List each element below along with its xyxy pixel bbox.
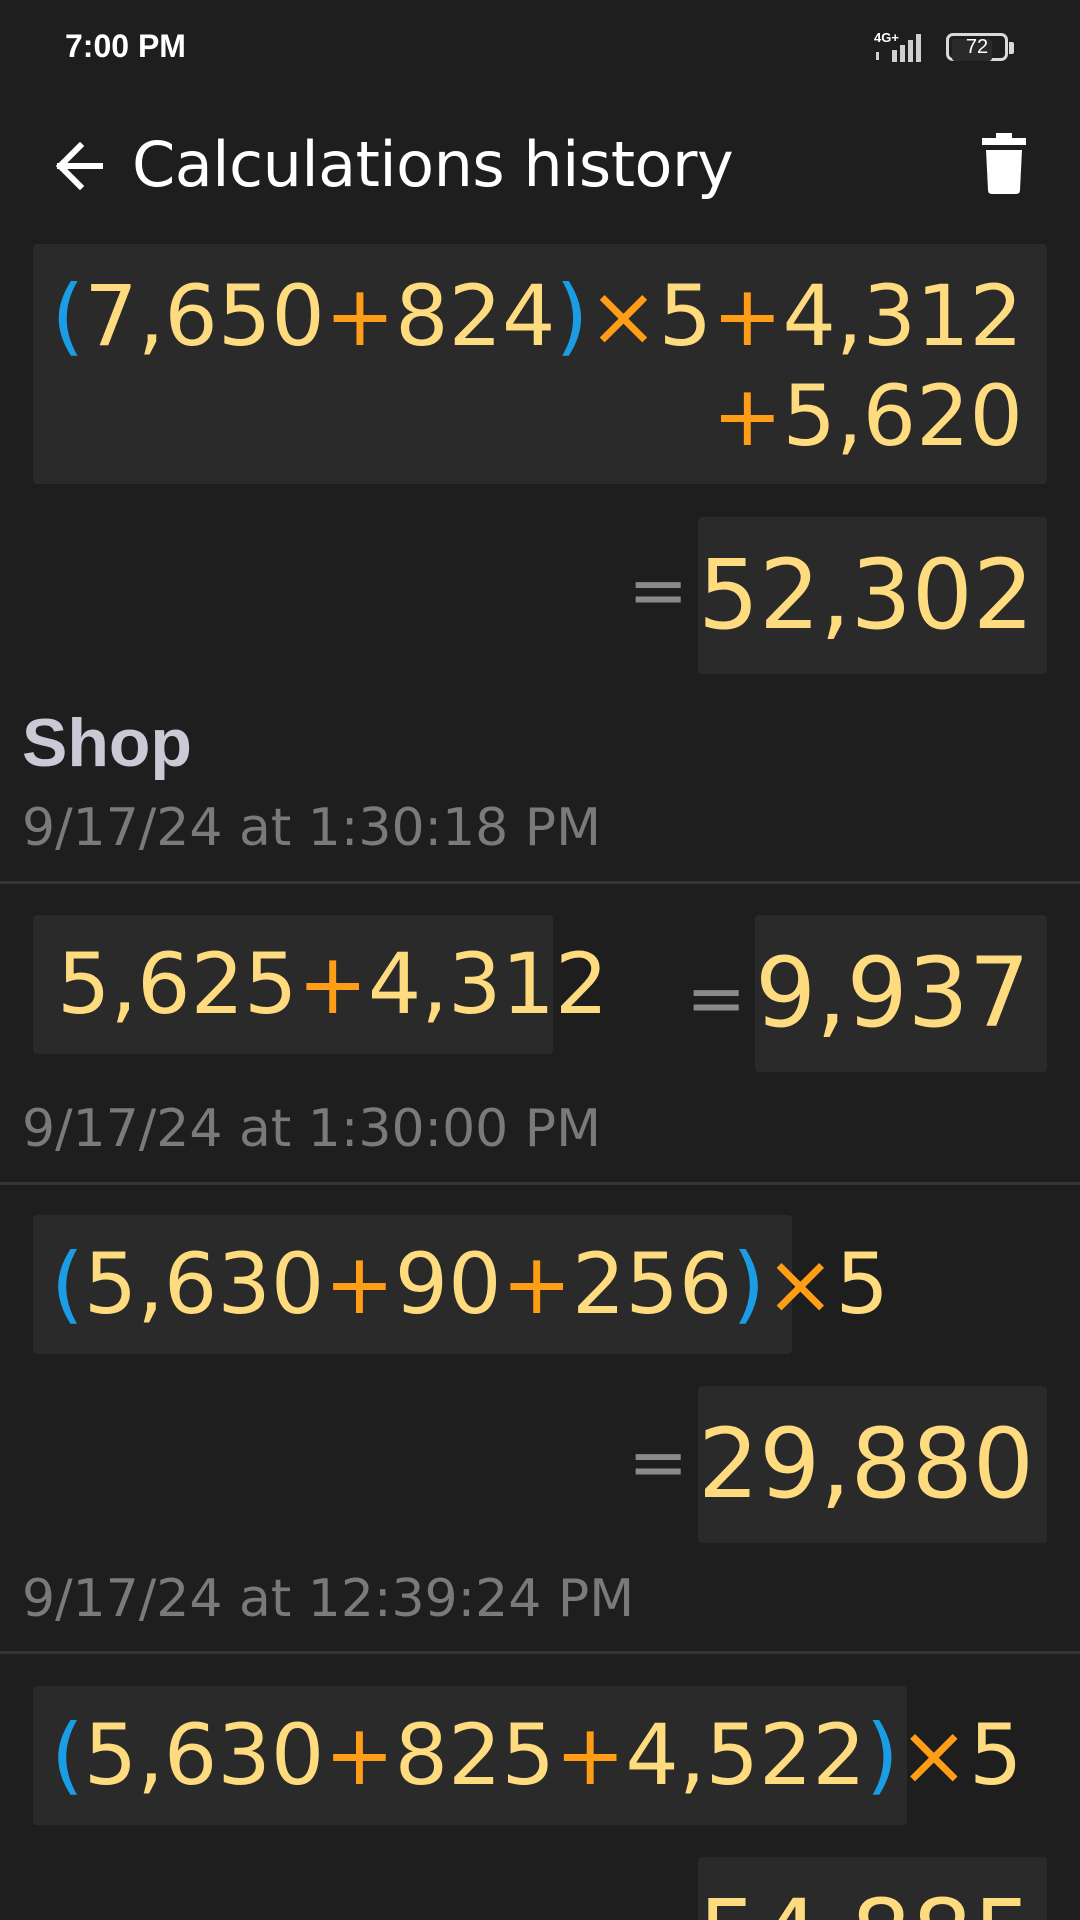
expression-number: 256 xyxy=(571,1235,733,1333)
battery-cap xyxy=(1009,42,1014,54)
history-result[interactable]: 9,937 xyxy=(755,915,1047,1072)
expression-operator: + xyxy=(712,367,783,465)
expression-number: 4,312 xyxy=(367,935,609,1033)
expression-line: (7,650+824)×5+4,312 xyxy=(33,267,1024,365)
app-bar: Calculations history xyxy=(0,100,1080,230)
history-result[interactable]: 54,885 xyxy=(698,1857,1047,1920)
expression-number: 5,625 xyxy=(57,935,298,1033)
expression-operator: + xyxy=(324,1235,395,1333)
expression-operator: + xyxy=(555,1706,626,1804)
history-timestamp: 9/17/24 at 1:30:00 PM xyxy=(22,1099,601,1159)
expression-number: 7,650 xyxy=(84,267,325,365)
expression-parenthesis: ) xyxy=(732,1235,766,1333)
divider xyxy=(0,881,1080,884)
history-expression[interactable]: (5,630+825+4,522)×5 xyxy=(33,1686,1023,1825)
expression-operator: × xyxy=(765,1235,836,1333)
expression-parenthesis: ) xyxy=(865,1706,899,1804)
clear-history-button[interactable] xyxy=(972,130,1036,202)
history-note: Shop xyxy=(22,705,192,781)
expression-line: (5,630+825+4,522)×5 xyxy=(51,1686,1023,1825)
expression-parenthesis: ) xyxy=(555,267,589,365)
battery-percent: 72 xyxy=(965,36,989,58)
expression-number: 824 xyxy=(395,267,556,365)
expression-line: +5,620 xyxy=(33,368,1023,464)
history-timestamp: 9/17/24 at 1:30:18 PM xyxy=(22,798,601,858)
equals-sign: = xyxy=(628,1420,689,1504)
equals-sign: = xyxy=(628,548,689,632)
history-expression[interactable]: 5,625+4,312 xyxy=(33,915,608,1054)
expression-number: 5 xyxy=(658,267,713,365)
expression-number: 4,312 xyxy=(782,267,1023,365)
divider xyxy=(0,1651,1080,1654)
battery-icon: 72 xyxy=(946,33,1018,65)
expression-number: 4,522 xyxy=(625,1706,866,1804)
equals-sign: = xyxy=(686,956,747,1040)
expression-number: 5 xyxy=(835,1235,889,1333)
expression-operator: + xyxy=(712,267,783,365)
expression-parenthesis: ( xyxy=(51,1235,84,1333)
signal-icon: 4G+ xyxy=(874,30,934,66)
back-button[interactable] xyxy=(40,130,112,202)
arrow-left-icon xyxy=(55,141,103,191)
expression-parenthesis: ( xyxy=(51,1706,84,1804)
expression-number: 5,620 xyxy=(782,367,1023,465)
expression-number: 90 xyxy=(394,1235,502,1333)
history-result[interactable]: 52,302 xyxy=(698,517,1047,674)
status-bar: 7:00 PM 4G+ 72 xyxy=(0,0,1080,100)
expression-line: 5,625+4,312 xyxy=(57,915,608,1054)
expression-operator: + xyxy=(501,1235,572,1333)
expression-operator: + xyxy=(297,935,368,1033)
expression-operator: × xyxy=(898,1706,970,1804)
status-time: 7:00 PM xyxy=(65,28,186,64)
expression-operator: + xyxy=(324,267,396,365)
expression-number: 825 xyxy=(394,1706,555,1804)
expression-number: 5,630 xyxy=(83,1235,325,1333)
history-expression[interactable]: (7,650+824)×5+4,312 +5,620 xyxy=(33,244,1047,484)
history-expression[interactable]: (5,630+90+256)×5 xyxy=(33,1215,889,1354)
page-title: Calculations history xyxy=(132,128,734,201)
expression-number: 5,630 xyxy=(83,1706,325,1804)
expression-line: (5,630+90+256)×5 xyxy=(51,1215,889,1354)
divider xyxy=(0,1182,1080,1185)
expression-number: 5 xyxy=(969,1706,1023,1804)
history-timestamp: 9/17/24 at 12:39:24 PM xyxy=(22,1569,635,1629)
expression-operator: × xyxy=(588,267,659,365)
calculator-history-screen: 7:00 PM 4G+ 72 Calculations history (7,6… xyxy=(0,0,1080,1920)
expression-operator: + xyxy=(324,1706,395,1804)
trash-icon xyxy=(982,133,1026,194)
history-result[interactable]: 29,880 xyxy=(698,1386,1047,1543)
expression-parenthesis: ( xyxy=(51,267,85,365)
